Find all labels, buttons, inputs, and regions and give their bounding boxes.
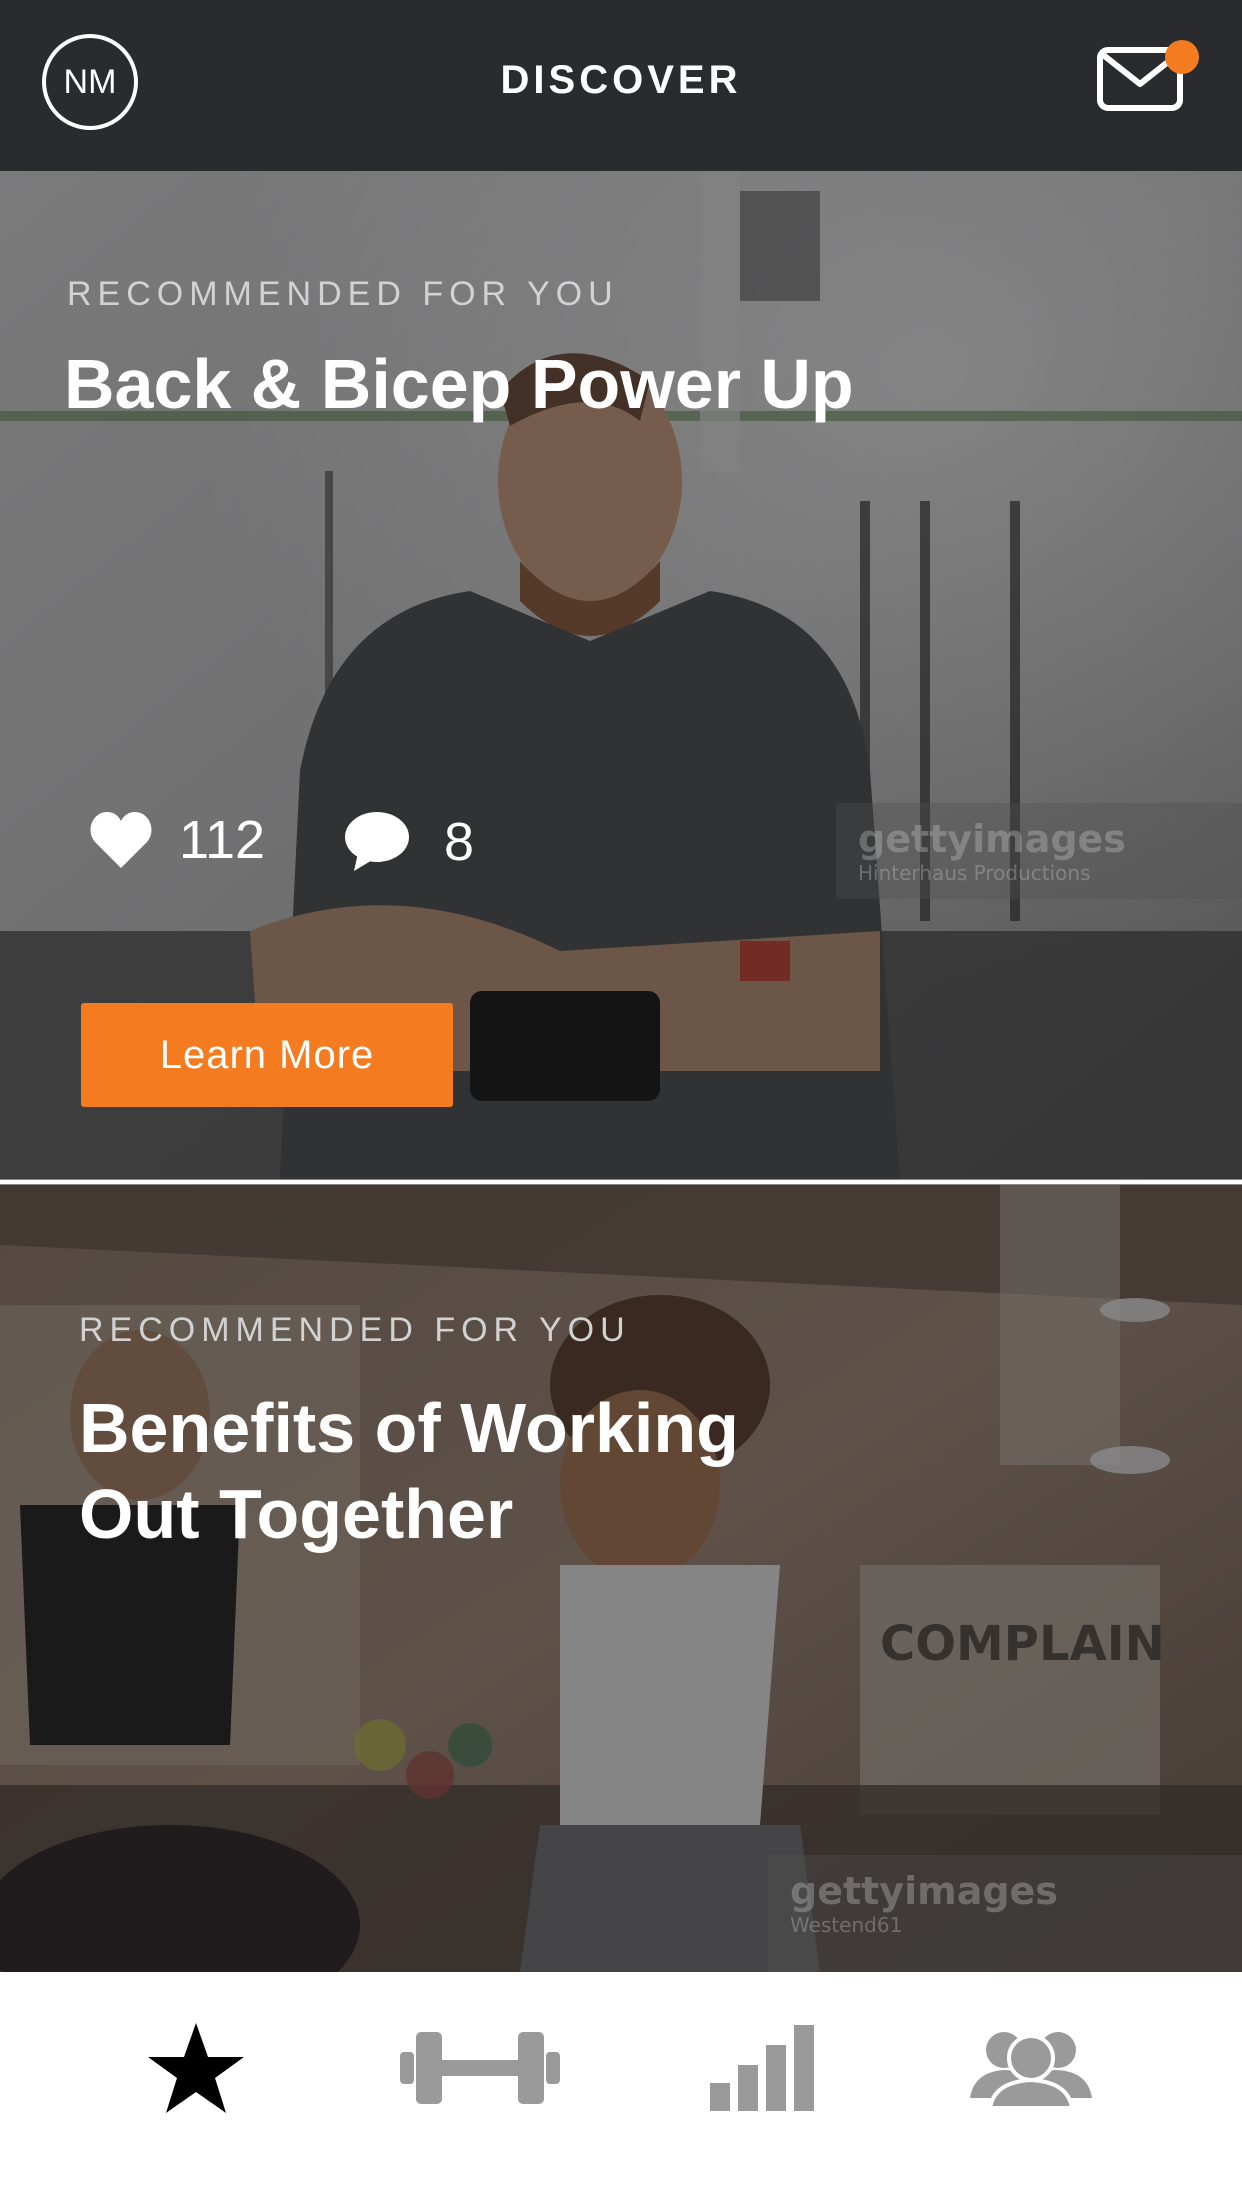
tab-discover[interactable] <box>146 2018 246 2118</box>
card-2-title-line-2: Out Together <box>79 1475 514 1553</box>
tab-workouts[interactable] <box>400 2018 560 2118</box>
card-1-title: Back & Bicep Power Up <box>64 345 854 423</box>
speech-bubble-icon <box>345 812 409 871</box>
card-2-title-line-1: Benefits of Working <box>79 1389 739 1467</box>
recommended-card-1[interactable]: RECOMMENDED FOR YOU Back & Bicep Power U… <box>0 171 1242 1179</box>
card-2-overlay <box>0 1185 1242 1972</box>
app-header: NM DISCOVER <box>0 0 1242 171</box>
card-2-eyebrow: RECOMMENDED FOR YOU <box>79 1311 631 1349</box>
watermark-credit: Westend61 <box>790 1913 903 1937</box>
heart-icon <box>90 812 152 868</box>
dumbbell-icon <box>400 2032 560 2104</box>
card-2-title: Benefits of Working Out Together <box>79 1385 739 1557</box>
comment-count: 8 <box>444 812 475 872</box>
comment-stat[interactable]: 8 <box>344 811 474 873</box>
card-1-eyebrow: RECOMMENDED FOR YOU <box>67 275 619 313</box>
bar-chart-icon <box>710 2025 814 2111</box>
like-count: 112 <box>179 810 266 870</box>
watermark-brand: gettyimages <box>858 817 1126 861</box>
bottom-tab-bar <box>0 1972 1242 2208</box>
tab-progress[interactable] <box>710 2018 814 2118</box>
tab-community[interactable] <box>970 2018 1092 2118</box>
learn-more-button[interactable]: Learn More <box>81 1003 453 1107</box>
stock-watermark: gettyimages Westend61 <box>768 1855 1242 1972</box>
page-title: DISCOVER <box>500 58 742 102</box>
watermark-credit: Hinterhaus Productions <box>858 861 1091 885</box>
recommended-card-2[interactable]: COMPLAIN RECOMMENDED FOR YOU Benefits of… <box>0 1185 1242 1972</box>
notification-badge <box>1165 40 1199 74</box>
watermark-brand: gettyimages <box>790 1869 1058 1913</box>
star-icon <box>148 2023 244 2113</box>
group-icon <box>970 2032 1092 2108</box>
like-stat[interactable]: 112 <box>89 809 265 871</box>
stock-watermark: gettyimages Hinterhaus Productions <box>836 803 1242 899</box>
